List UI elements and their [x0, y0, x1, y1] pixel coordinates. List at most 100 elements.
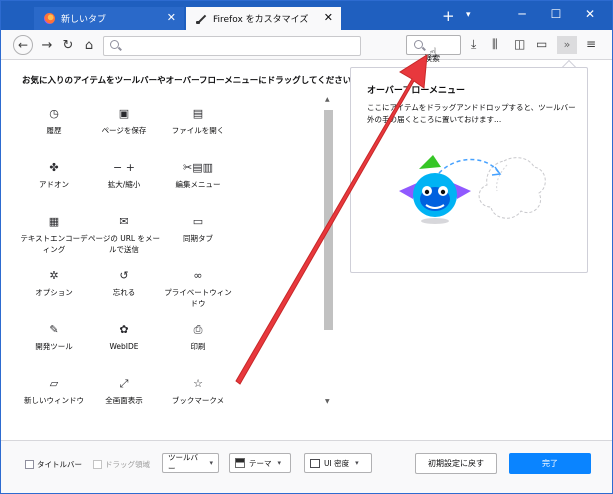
addons-icon: ✤ [49, 161, 59, 174]
chevron-down-icon: ▾ [209, 459, 213, 467]
minimize-button[interactable]: ─ [512, 7, 532, 21]
new-window-icon: ▱ [49, 377, 59, 390]
open-file-icon: ▤ [192, 107, 204, 120]
palette-item-bookmarks-menu[interactable]: ☆ ブックマークメ [162, 376, 234, 406]
palette-item-label: 印刷 [190, 342, 206, 351]
private-window-icon: ∞ [193, 269, 203, 282]
forward-button[interactable]: → [38, 36, 56, 54]
palette-item-label: ファイルを開く [171, 126, 225, 135]
close-tab-icon[interactable]: ✕ [324, 12, 333, 24]
fullscreen-icon: ⤢ [119, 377, 129, 390]
palette-item-label: ブックマークメ [171, 396, 225, 405]
palette-item-label: 開発ツール [35, 342, 73, 351]
panel-title: オーバーフローメニュー [367, 86, 466, 96]
palette-item-label: テキストエンコーディング [20, 234, 88, 254]
toolbars-dropdown-label: ツールバー [168, 453, 198, 473]
palette-item-email-link[interactable]: ✉ ページの URL をメールで送信 [88, 214, 160, 255]
close-tab-icon[interactable]: ✕ [167, 12, 176, 24]
customize-footer: タイトルバー ドラッグ領域 ツールバー ▾ テーマ ▾ UI 密度 ▾ 初期設定… [1, 440, 612, 493]
tab-customize[interactable]: Firefox をカスタマイズ ✕ [186, 7, 341, 30]
developer-icon: ✎ [49, 323, 59, 336]
close-window-button[interactable]: ✕ [580, 7, 600, 21]
overflow-menu-button[interactable]: » [557, 36, 577, 54]
palette-item-label: 拡大/縮小 [107, 180, 141, 189]
palette-item-print[interactable]: ⎙ 印刷 [162, 322, 234, 352]
downloads-icon[interactable]: ⤓ [471, 37, 476, 52]
done-button[interactable]: 完了 [509, 453, 591, 474]
overflow-menu-panel[interactable]: オーバーフローメニュー ここにアイテムをドラッグアンドドロップすると、ツールバー… [350, 67, 588, 273]
checkbox-box[interactable] [93, 460, 102, 469]
theme-swatch-icon [235, 458, 245, 468]
edit-icon: ✂▤▥ [182, 161, 213, 174]
themes-dropdown[interactable]: テーマ ▾ [229, 453, 291, 473]
new-tab-plus-icon[interactable]: + [442, 9, 455, 24]
drag-cursor-icon: ☝ [429, 46, 437, 61]
density-dropdown[interactable]: UI 密度 ▾ [304, 453, 372, 473]
history-icon: ◷ [49, 107, 59, 120]
palette-item-save-page[interactable]: ▣ ページを保存 [88, 106, 160, 136]
maximize-button[interactable]: ☐ [546, 7, 566, 21]
palette-item-label: 編集メニュー [175, 180, 221, 189]
flexible-space-icon[interactable]: ▭ [536, 37, 547, 51]
titlebar-checkbox[interactable]: タイトルバー [25, 459, 82, 470]
checkbox-box[interactable] [25, 460, 34, 469]
palette-item-label: 新しいウィンドウ [24, 396, 84, 405]
tab-bar: 新しいタブ ✕ Firefox をカスタマイズ ✕ + ▾ ─ ☐ ✕ [0, 0, 613, 30]
palette-item-open-file[interactable]: ▤ ファイルを開く [162, 106, 234, 136]
bookmarks-menu-icon: ☆ [193, 377, 203, 390]
palette-item-webide[interactable]: ✿ WebIDE [88, 322, 160, 352]
hamburger-menu-icon[interactable]: ≡ [586, 37, 596, 51]
restore-defaults-button[interactable]: 初期設定に戻す [415, 453, 497, 474]
forget-icon: ↺ [119, 269, 129, 282]
customize-instruction: お気に入りのアイテムをツールバーやオーバーフローメニューにドラッグしてください。 [22, 76, 360, 86]
search-icon [414, 40, 423, 49]
customization-palette: ◷ 履歴 ▣ ページを保存 ▤ ファイルを開く ✤ アドオン − + 拡大/縮小… [18, 92, 318, 417]
back-button[interactable]: ← [13, 35, 33, 55]
save-page-icon: ▣ [118, 107, 130, 120]
palette-item-fullscreen[interactable]: ⤢ 全画面表示 [88, 376, 160, 406]
options-icon: ✲ [49, 269, 59, 282]
palette-item-text-encoding[interactable]: ▦ テキストエンコーディング [18, 214, 90, 255]
palette-item-developer[interactable]: ✎ 開発ツール [18, 322, 90, 352]
home-button[interactable]: ⌂ [80, 36, 98, 54]
scroll-down-arrow-icon[interactable]: ▼ [325, 398, 330, 405]
palette-item-new-window[interactable]: ▱ 新しいウィンドウ [18, 376, 90, 406]
palette-item-label: 履歴 [46, 126, 62, 135]
palette-item-edit-controls[interactable]: ✂▤▥ 編集メニュー [162, 160, 234, 190]
palette-item-private-window[interactable]: ∞ プライベートウィンドウ [162, 268, 234, 309]
palette-item-options[interactable]: ✲ オプション [18, 268, 90, 298]
palette-item-history[interactable]: ◷ 履歴 [18, 106, 90, 136]
palette-item-label: オプション [35, 288, 73, 297]
zoom-icon: − + [113, 161, 135, 174]
search-icon [110, 40, 119, 49]
scrollbar-thumb[interactable] [324, 110, 333, 330]
navigation-toolbar: ← → ↻ ⌂ ⤓ ⫼ ◫ ▭ » ≡ [1, 30, 612, 60]
palette-item-zoom[interactable]: − + 拡大/縮小 [88, 160, 160, 190]
palette-item-label: 忘れる [112, 288, 136, 297]
firefox-icon [44, 13, 55, 24]
email-link-icon: ✉ [119, 215, 129, 228]
toolbars-dropdown[interactable]: ツールバー ▾ [162, 453, 219, 473]
tab-list-chevron-icon[interactable]: ▾ [466, 10, 471, 20]
palette-item-label: アドオン [39, 180, 69, 189]
url-bar[interactable] [103, 36, 361, 56]
tab-new-tab[interactable]: 新しいタブ ✕ [34, 7, 184, 30]
library-icon[interactable]: ⫼ [492, 37, 498, 52]
panel-description: ここにアイテムをドラッグアンドドロップすると、ツールバー外の手の届くところに置い… [367, 103, 576, 124]
reload-button[interactable]: ↻ [59, 36, 77, 54]
palette-item-label: 全画面表示 [105, 396, 143, 405]
palette-item-label: プライベートウィンドウ [164, 288, 232, 308]
palette-item-synced-tabs[interactable]: ▭ 同期タブ [162, 214, 234, 244]
chevron-down-icon: ▾ [277, 459, 282, 467]
palette-item-addons[interactable]: ✤ アドオン [18, 160, 90, 190]
palette-scrollbar[interactable]: ▲ ▼ [324, 96, 333, 408]
palette-item-label: 同期タブ [183, 234, 213, 243]
dragon-illustration-icon [399, 155, 546, 224]
scroll-up-arrow-icon[interactable]: ▲ [325, 96, 330, 103]
themes-dropdown-label: テーマ [249, 458, 272, 468]
sidebar-icon[interactable]: ◫ [514, 37, 525, 51]
density-dropdown-label: UI 密度 [324, 458, 350, 468]
drag-space-checkbox[interactable]: ドラッグ領域 [93, 459, 150, 470]
palette-item-forget[interactable]: ↺ 忘れる [88, 268, 160, 298]
tab-label: Firefox をカスタマイズ [213, 15, 309, 25]
